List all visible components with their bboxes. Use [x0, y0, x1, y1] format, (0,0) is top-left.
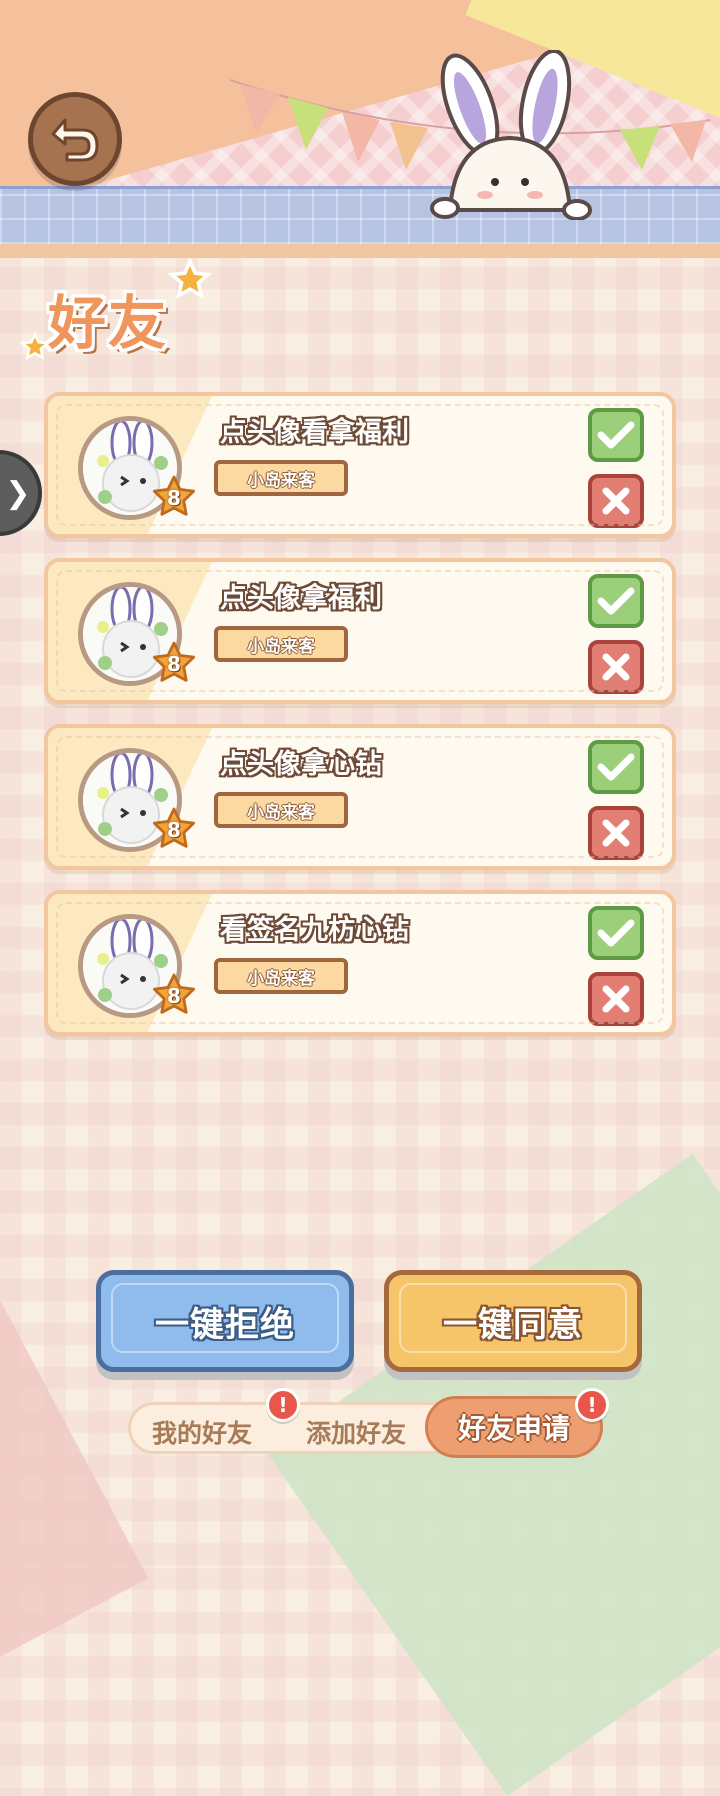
cross-icon [602, 487, 630, 515]
request-card: 8 点头像拿福利 小岛来客 [44, 558, 676, 704]
cross-icon [602, 985, 630, 1013]
header-banner [0, 0, 720, 258]
cross-icon [602, 819, 630, 847]
page-title-group: 好友 [20, 258, 220, 378]
request-card: 8 点头像拿心钻 小岛来客 [44, 724, 676, 870]
reject-button[interactable] [588, 640, 644, 694]
check-icon [597, 919, 635, 947]
back-button[interactable] [28, 92, 122, 186]
bunny-mascot-icon [430, 50, 592, 220]
accept-button[interactable] [588, 740, 644, 794]
source-tag: 小岛来客 [214, 792, 348, 828]
accept-button[interactable] [588, 574, 644, 628]
accept-button[interactable] [588, 906, 644, 960]
side-drawer-tab[interactable]: ❯ [0, 450, 42, 536]
level-number: 8 [167, 652, 181, 676]
level-badge: 8 [150, 806, 198, 854]
notification-badge-requests: ! [575, 1388, 609, 1422]
level-badge: 8 [150, 972, 198, 1020]
request-card: 8 看签名九枋心钻 小岛来客 [44, 890, 676, 1036]
request-card: 8 点头像看拿福利 小岛来客 [44, 392, 676, 538]
source-tag: 小岛来客 [214, 626, 348, 662]
chevron-right-icon: ❯ [5, 475, 31, 511]
check-icon [597, 421, 635, 449]
reject-button[interactable] [588, 806, 644, 860]
level-number: 8 [167, 984, 181, 1008]
request-name: 点头像看拿福利 [220, 417, 409, 448]
level-badge: 8 [150, 640, 198, 688]
accept-all-button[interactable]: 一键同意 [384, 1270, 642, 1372]
reject-all-button[interactable]: 一键拒绝 [96, 1270, 354, 1372]
star-decoration-icon [168, 258, 212, 299]
check-icon [597, 753, 635, 781]
request-name: 点头像拿心钻 [220, 749, 382, 780]
level-number: 8 [167, 486, 181, 510]
request-name: 看签名九枋心钻 [220, 915, 409, 946]
tab-add-friend[interactable]: 添加好友 [306, 1414, 406, 1450]
accept-button[interactable] [588, 408, 644, 462]
source-tag: 小岛来客 [214, 460, 348, 496]
background-green-corner [266, 1153, 720, 1796]
header-blue-ledge [0, 186, 720, 258]
notification-badge-my-friends: ! [266, 1388, 300, 1422]
back-arrow-icon [51, 118, 99, 162]
tab-my-friends[interactable]: 我的好友 [152, 1414, 252, 1450]
source-tag: 小岛来客 [214, 958, 348, 994]
star-decoration-small-icon [20, 332, 50, 360]
page-title: 好友 [48, 289, 169, 357]
cross-icon [602, 653, 630, 681]
level-number: 8 [167, 818, 181, 842]
check-icon [597, 587, 635, 615]
level-badge: 8 [150, 474, 198, 522]
request-name: 点头像拿福利 [220, 583, 382, 614]
reject-button[interactable] [588, 474, 644, 528]
reject-button[interactable] [588, 972, 644, 1026]
